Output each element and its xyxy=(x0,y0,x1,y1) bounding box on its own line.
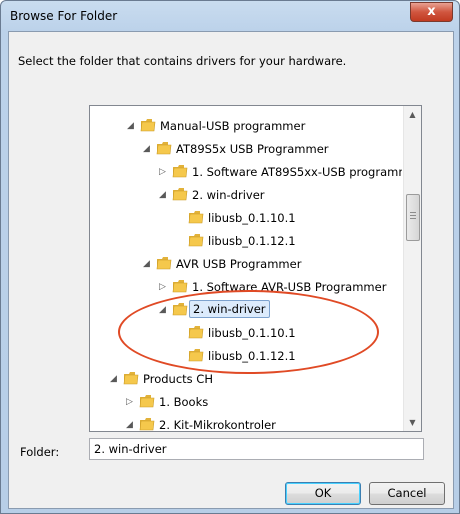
tree-item[interactable]: ▷ 1. Books xyxy=(126,392,402,412)
tree-item[interactable]: ◢ 2. win-driver xyxy=(159,300,402,320)
tree-item[interactable]: libusb_0.1.10.1 xyxy=(175,323,402,343)
cancel-button[interactable]: Cancel xyxy=(369,482,445,505)
triangle-down-right-icon[interactable]: ◢ xyxy=(143,142,153,156)
instruction-text: Select the folder that contains drivers … xyxy=(18,54,347,68)
dialog-title: Browse For Folder xyxy=(10,9,118,23)
title-bar[interactable]: Browse For Folder x xyxy=(1,1,459,31)
folder-icon xyxy=(172,280,188,293)
tree-item[interactable]: ▷ 1. Software AT89S5xx-USB programmer xyxy=(159,162,402,182)
triangle-right-icon[interactable]: ▷ xyxy=(126,395,136,409)
tree-item-label: AVR USB Programmer xyxy=(176,257,302,271)
triangle-down-right-icon[interactable]: ◢ xyxy=(127,119,137,133)
folder-tree[interactable]: ◢ Manual-USB programmer ◢ AT89S5x USB Progr… xyxy=(89,105,422,432)
scroll-down-arrow-icon[interactable]: ▼ xyxy=(404,414,421,431)
folder-icon xyxy=(156,257,172,270)
tree-item-label: 2. Kit-Mikrokontroler xyxy=(159,418,276,431)
triangle-down-right-icon[interactable]: ◢ xyxy=(126,418,136,431)
tree-item[interactable]: ◢ Manual-USB programmer xyxy=(127,116,402,136)
folder-icon xyxy=(188,211,204,224)
folder-icon xyxy=(172,303,188,316)
tree-item-label: Products CH xyxy=(143,372,213,386)
folder-icon xyxy=(123,372,139,385)
ok-button[interactable]: OK xyxy=(285,482,361,505)
triangle-down-right-icon[interactable]: ◢ xyxy=(110,372,120,386)
tree-item[interactable]: ◢ AT89S5x USB Programmer xyxy=(143,139,402,159)
tree-item-label: libusb_0.1.10.1 xyxy=(208,211,296,225)
tree-item[interactable]: libusb_0.1.12.1 xyxy=(175,346,402,366)
tree-item-label: 1. Software AT89S5xx-USB programmer xyxy=(192,165,402,179)
triangle-right-icon[interactable]: ▷ xyxy=(159,165,169,179)
tree-item-label: 2. win-driver xyxy=(192,188,265,202)
close-button[interactable]: x xyxy=(410,2,453,22)
scrollbar-thumb[interactable] xyxy=(406,194,420,241)
tree-item[interactable]: ◢ Products CH xyxy=(110,369,402,389)
folder-input[interactable]: 2. win-driver xyxy=(89,438,424,460)
tree-item-label: Manual-USB programmer xyxy=(160,119,306,133)
triangle-down-right-icon[interactable]: ◢ xyxy=(159,303,169,317)
folder-tree-items: ◢ Manual-USB programmer ◢ AT89S5x USB Progr… xyxy=(90,106,402,431)
tree-item-label: 2. win-driver xyxy=(189,300,270,318)
grip-icon xyxy=(410,212,416,221)
tree-item[interactable]: ▷ 1. Software AVR-USB Programmer xyxy=(159,277,402,297)
folder-field-label: Folder: xyxy=(20,445,60,459)
triangle-right-icon[interactable]: ▷ xyxy=(159,280,169,294)
browse-for-folder-dialog: Browse For Folder x Select the folder th… xyxy=(0,0,460,514)
close-icon: x xyxy=(427,4,436,19)
scroll-up-arrow-icon[interactable]: ▲ xyxy=(404,106,421,123)
folder-icon xyxy=(188,234,204,247)
folder-icon xyxy=(188,326,204,339)
tree-item-label: 1. Books xyxy=(159,395,209,409)
folder-icon xyxy=(172,165,188,178)
vertical-scrollbar[interactable]: ▲ ▼ xyxy=(403,106,421,431)
tree-item[interactable]: libusb_0.1.10.1 xyxy=(175,208,402,228)
triangle-down-right-icon[interactable]: ◢ xyxy=(143,257,153,271)
folder-icon xyxy=(140,119,156,132)
folder-icon xyxy=(188,349,204,362)
tree-item-label: libusb_0.1.12.1 xyxy=(208,234,296,248)
tree-item-label: libusb_0.1.12.1 xyxy=(208,349,296,363)
tree-item-label: libusb_0.1.10.1 xyxy=(208,326,296,340)
folder-icon xyxy=(139,418,155,431)
tree-item-label: 1. Software AVR-USB Programmer xyxy=(192,280,387,294)
triangle-down-right-icon[interactable]: ◢ xyxy=(159,188,169,202)
tree-item[interactable]: ◢ 2. win-driver xyxy=(159,185,402,205)
tree-item[interactable]: ◢ AVR USB Programmer xyxy=(143,254,402,274)
folder-icon xyxy=(156,142,172,155)
folder-icon xyxy=(172,188,188,201)
dialog-body: Select the folder that contains drivers … xyxy=(8,31,454,509)
folder-icon xyxy=(139,395,155,408)
tree-item-label: AT89S5x USB Programmer xyxy=(176,142,329,156)
tree-item[interactable]: libusb_0.1.12.1 xyxy=(175,231,402,251)
tree-item[interactable]: ◢ 2. Kit-Mikrokontroler xyxy=(126,415,402,431)
